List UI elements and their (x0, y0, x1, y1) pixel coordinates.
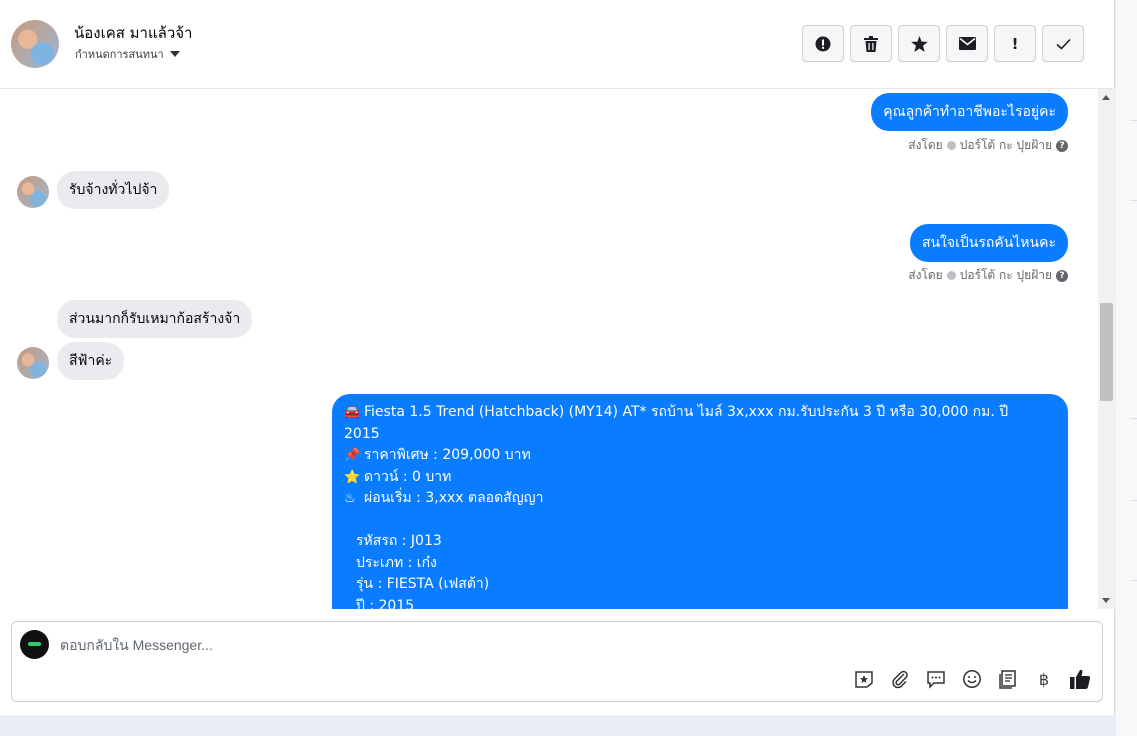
car-listing-message[interactable]: 🚘 Fiesta 1.5 Trend (Hatchback) (MY14) AT*… (332, 394, 1068, 609)
emoji-button[interactable] (961, 668, 983, 690)
right-edge-strip (1116, 0, 1137, 736)
sender-name: ปอร์โต้ กะ ปุยฝ้าย (959, 268, 1052, 282)
scroll-thumb[interactable] (1100, 303, 1113, 401)
payment-button[interactable]: ฿ (1033, 668, 1055, 690)
mark-spam-button[interactable]: ! (994, 25, 1036, 62)
saved-reply-icon (927, 671, 945, 689)
sent-by-label: ส่งโดย (908, 138, 943, 152)
car-installment: ผ่อนเริ่ม : 3,xxx ตลอดสัญญา (364, 490, 544, 506)
caret-down-icon (169, 51, 180, 57)
help-icon[interactable]: ? (1056, 269, 1068, 282)
assign-label: กำหนดการสนทนา (75, 48, 164, 61)
car-down: ดาวน์ : 0 บาท (364, 468, 452, 485)
star-icon (910, 35, 928, 52)
verified-icon (946, 271, 956, 280)
thumbs-up-icon (1069, 669, 1090, 689)
message-scrollbar[interactable] (1098, 89, 1115, 609)
star-button[interactable] (898, 25, 940, 62)
car-year: ปี : 2015 (356, 597, 415, 610)
outgoing-message[interactable]: สนใจเป็นรถคันไหนคะ (909, 224, 1068, 262)
like-button[interactable] (1069, 668, 1091, 690)
saved-replies-button[interactable] (925, 668, 947, 690)
outgoing-message[interactable]: คุณลูกค้าทำอาชีพอะไรอยู่คะ (871, 93, 1068, 131)
notes-button[interactable] (997, 668, 1019, 690)
assign-conversation-dropdown[interactable]: กำหนดการสนทนา (75, 45, 180, 63)
scroll-up-arrow-icon[interactable] (1102, 95, 1110, 100)
sent-by-info: ส่งโดย ปอร์โต้ กะ ปุยฝ้าย ? (908, 266, 1068, 285)
scroll-down-arrow-icon[interactable] (1102, 598, 1110, 603)
mark-done-button[interactable] (1042, 25, 1084, 62)
envelope-icon (958, 37, 976, 50)
conversation-panel: น้องเคส มาแล้วจ้า กำหนดการสนทนา ! คุณลูก… (0, 0, 1115, 715)
car-type: ประเภท : เก๋ง (356, 554, 437, 571)
notes-icon (999, 670, 1016, 689)
car-code: รหัสรถ : J013 (356, 533, 442, 549)
hot-emoji-icon: ♨ (344, 491, 356, 506)
car-emoji-icon: 🚘 (344, 405, 361, 420)
contact-avatar[interactable] (11, 20, 59, 68)
contact-name[interactable]: น้องเคส มาแล้วจ้า (74, 21, 192, 45)
exclamation-icon: ! (1011, 34, 1019, 53)
message-list[interactable]: คุณลูกค้าทำอาชีพอะไรอยู่คะ ส่งโดย ปอร์โต… (0, 89, 1098, 609)
reply-composer: ฿ (11, 621, 1103, 702)
attachment-icon (892, 670, 908, 689)
car-title-year: 2015 (344, 425, 380, 442)
car-title: Fiesta 1.5 Trend (Hatchback) (MY14) AT* … (364, 404, 1009, 420)
emoji-icon (963, 670, 981, 688)
pin-emoji-icon: 📌 (344, 448, 361, 463)
alert-circle-icon (815, 36, 831, 51)
check-icon (1055, 38, 1071, 50)
delete-button[interactable] (850, 25, 892, 62)
contact-avatar-small (17, 347, 49, 379)
star-emoji-icon: ⭐ (344, 469, 361, 485)
incoming-message[interactable]: สีฟ้าค่ะ (57, 342, 125, 380)
mark-unread-button[interactable] (946, 25, 988, 62)
trash-icon (864, 35, 878, 52)
sticker-icon (855, 671, 873, 688)
sent-by-info: ส่งโดย ปอร์โต้ กะ ปุยฝ้าย ? (908, 136, 1068, 155)
car-model: รุ่น : FIESTA (เฟสต้า) (356, 576, 490, 592)
report-button[interactable] (802, 25, 844, 62)
incoming-message[interactable]: ส่วนมากก็รับเหมาก้อสร้างจ้า (57, 300, 253, 338)
sent-by-label: ส่งโดย (908, 268, 943, 282)
incoming-message[interactable]: รับจ้างทั่วไปจ้า (57, 171, 170, 209)
attach-button[interactable] (889, 668, 911, 690)
sticker-button[interactable] (853, 668, 875, 690)
page-avatar (20, 630, 49, 659)
reply-input[interactable] (60, 634, 760, 656)
conversation-header: น้องเคส มาแล้วจ้า กำหนดการสนทนา ! (0, 0, 1115, 89)
sender-name: ปอร์โต้ กะ ปุยฝ้าย (959, 138, 1052, 152)
car-price: ราคาพิเศษ : 209,000 บาท (364, 447, 531, 463)
contact-avatar-small (17, 176, 49, 208)
verified-icon (946, 141, 956, 150)
help-icon[interactable]: ? (1056, 139, 1068, 152)
baht-icon: ฿ (1038, 669, 1050, 689)
